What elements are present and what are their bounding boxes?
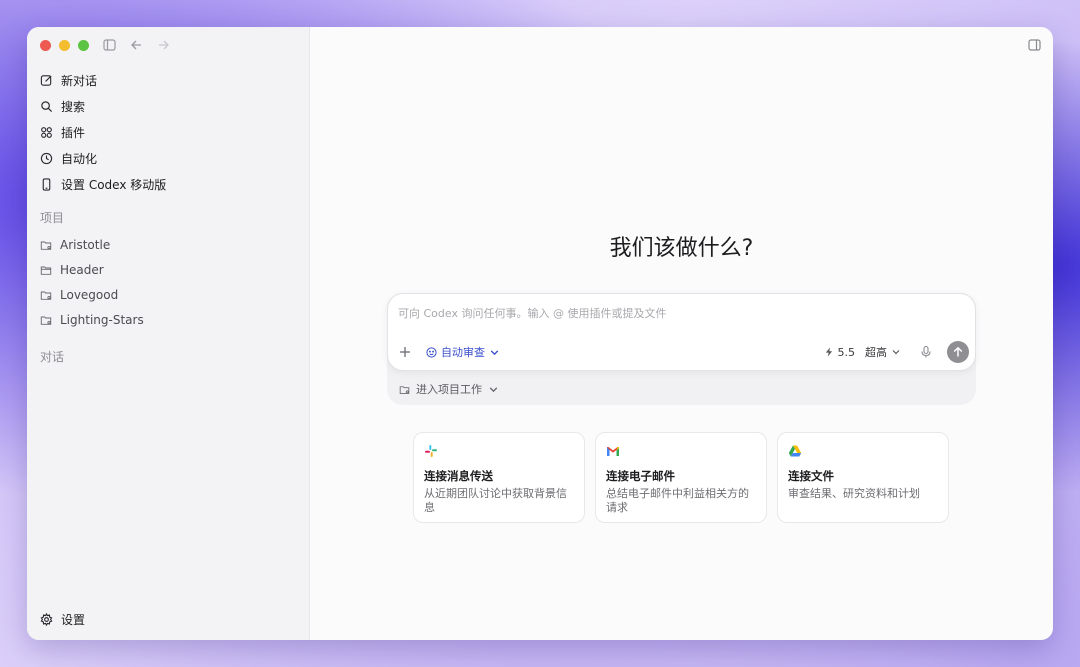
sidebar-item-label: 搜索 — [61, 99, 86, 114]
review-face-icon — [426, 346, 437, 358]
close-window-button[interactable] — [40, 39, 51, 51]
card-description: 从近期团队讨论中获取背景信息 — [424, 487, 567, 514]
sidebar: 新对话 搜索 插件 自动化 设置 Codex 移动版 项目 Aristotle … — [27, 27, 310, 640]
phone-icon — [42, 177, 51, 191]
model-selector[interactable]: 5.5 超高 — [824, 344, 902, 360]
sidebar-item-label: 自动化 — [61, 151, 98, 166]
card-connect-email[interactable]: 连接电子邮件 总结电子邮件中利益相关方的请求 — [595, 432, 767, 523]
chevron-down-icon — [490, 349, 499, 355]
clock-icon — [40, 152, 53, 164]
sidebar-nav: 新对话 搜索 插件 自动化 设置 Codex 移动版 — [27, 63, 309, 197]
add-attachment-button[interactable] — [398, 345, 412, 359]
composer[interactable]: 可向 Codex 询问任何事。输入 @ 使用插件或提及文件 自动审查 5.5 超… — [387, 293, 976, 371]
settings-button[interactable]: 设置 — [40, 608, 85, 630]
edit-icon — [40, 74, 52, 86]
drive-icon — [788, 445, 802, 457]
card-description: 审查结果、研究资料和计划 — [788, 487, 920, 500]
minimize-window-button[interactable] — [59, 39, 70, 51]
project-list: Aristotle Header Lovegood Lighting-Stars — [27, 232, 309, 332]
project-item-lovegood[interactable]: Lovegood — [27, 282, 309, 307]
sidebar-item-label: 新对话 — [61, 73, 98, 88]
auto-review-dropdown[interactable]: 自动审查 — [426, 344, 500, 360]
arrow-up-icon — [953, 346, 963, 357]
folder-git-icon — [40, 291, 52, 300]
project-item-lighting-stars[interactable]: Lighting-Stars — [27, 307, 309, 332]
search-icon — [41, 100, 53, 112]
gmail-icon — [607, 447, 619, 456]
project-label: Lovegood — [60, 287, 119, 302]
suggestion-cards: 连接消息传送 从近期团队讨论中获取背景信息 连接电子邮件 总结电子邮件中利益相关… — [413, 432, 949, 523]
prompt-input[interactable]: 可向 Codex 询问任何事。输入 @ 使用插件或提及文件 — [398, 305, 666, 321]
right-panel-toggle-icon[interactable] — [1028, 39, 1041, 51]
card-connect-messaging[interactable]: 连接消息传送 从近期团队讨论中获取背景信息 — [413, 432, 585, 523]
sidebar-item-search[interactable]: 搜索 — [35, 93, 301, 119]
card-title: 连接电子邮件 — [606, 469, 675, 483]
chevron-down-icon — [489, 386, 498, 392]
sidebar-item-label: 设置 Codex 移动版 — [61, 177, 167, 192]
folder-git-icon — [40, 316, 52, 325]
project-item-aristotle[interactable]: Aristotle — [27, 232, 309, 257]
folder-git-icon — [399, 385, 410, 394]
forward-arrow-icon[interactable] — [157, 39, 170, 51]
card-title: 连接文件 — [788, 469, 834, 483]
app-window: 新对话 搜索 插件 自动化 设置 Codex 移动版 项目 Aristotle … — [27, 27, 1053, 640]
plus-icon — [400, 347, 410, 357]
slack-icon — [425, 445, 437, 457]
sidebar-item-mobile-setup[interactable]: 设置 Codex 移动版 — [35, 171, 301, 197]
projects-section-label: 项目 — [40, 211, 65, 225]
chats-section-label: 对话 — [40, 350, 65, 364]
auto-review-label: 自动审查 — [441, 346, 485, 359]
sidebar-toggle-icon[interactable] — [103, 39, 116, 51]
lightning-icon — [825, 347, 832, 357]
card-connect-files[interactable]: 连接文件 审查结果、研究资料和计划 — [777, 432, 949, 523]
model-version: 5.5 — [837, 345, 856, 359]
project-selector[interactable]: 进入项目工作 — [399, 381, 499, 397]
model-level: 超高 — [865, 346, 887, 359]
titlebar — [27, 27, 309, 63]
project-label: Header — [60, 262, 104, 277]
grid-icon — [41, 126, 52, 138]
project-label: Lighting-Stars — [60, 312, 144, 327]
page-title: 我们该做什么? — [609, 236, 754, 261]
sidebar-item-automation[interactable]: 自动化 — [35, 145, 301, 171]
send-button[interactable] — [947, 341, 969, 363]
back-arrow-icon[interactable] — [130, 39, 143, 51]
sidebar-item-plugins[interactable]: 插件 — [35, 119, 301, 145]
composer-container: 可向 Codex 询问任何事。输入 @ 使用插件或提及文件 自动审查 5.5 超… — [387, 293, 976, 405]
card-title: 连接消息传送 — [424, 469, 493, 483]
sidebar-item-new-chat[interactable]: 新对话 — [35, 67, 301, 93]
composer-toolbar: 自动审查 5.5 超高 — [398, 341, 969, 363]
settings-label: 设置 — [61, 612, 86, 627]
card-description: 总结电子邮件中利益相关方的请求 — [606, 487, 749, 514]
project-item-header[interactable]: Header — [27, 257, 309, 282]
main-panel: 我们该做什么? 可向 Codex 询问任何事。输入 @ 使用插件或提及文件 自动… — [310, 27, 1053, 640]
chevron-down-icon — [892, 350, 900, 355]
gear-icon — [40, 612, 53, 626]
microphone-icon — [921, 345, 931, 358]
project-selector-label: 进入项目工作 — [416, 383, 482, 396]
microphone-button[interactable] — [919, 345, 933, 359]
sidebar-item-label: 插件 — [61, 125, 86, 140]
folder-icon — [40, 266, 52, 275]
folder-git-icon — [40, 241, 52, 250]
project-label: Aristotle — [60, 237, 111, 252]
zoom-window-button[interactable] — [78, 39, 89, 51]
